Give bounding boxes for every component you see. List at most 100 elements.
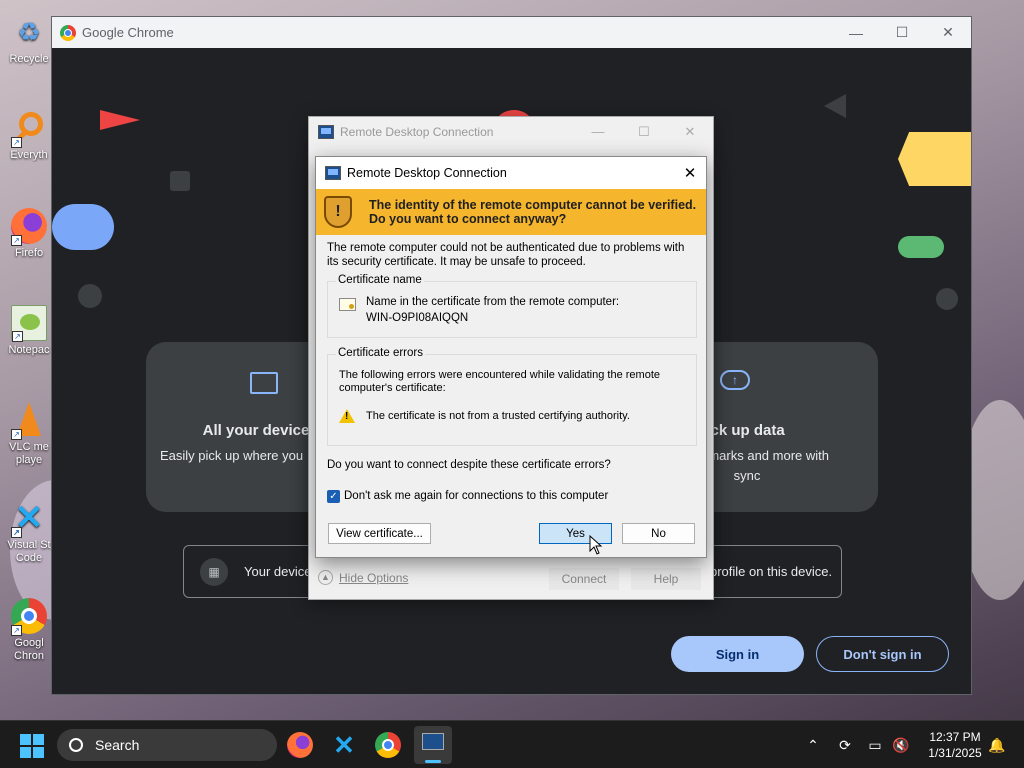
warning-banner: ! The identity of the remote computer ca… <box>316 189 706 235</box>
taskbar-vscode[interactable]: ✕ <box>328 729 360 761</box>
desktop-icon-label: VLC me playe <box>9 441 49 466</box>
chrome-icon: ↗ <box>11 598 47 636</box>
taskbar-chrome[interactable] <box>372 729 404 761</box>
desktop-icon-notepad[interactable]: ↗ Notepac <box>4 305 54 357</box>
view-certificate-button[interactable]: View certificate... <box>328 523 431 544</box>
chevron-up-icon: ▲ <box>318 570 333 585</box>
decorative-pill-green-shape <box>898 236 944 258</box>
group-label: Certificate name <box>336 274 424 286</box>
group-label: Certificate errors <box>336 347 425 359</box>
managed-text-right: profile on this device. <box>710 564 833 579</box>
decorative-hexagon-shape <box>898 132 971 186</box>
volume-muted-icon[interactable]: 🔇 <box>890 721 912 768</box>
desktop-icon-everything[interactable]: ↗ Everyth <box>4 110 54 162</box>
building-icon: ▦ <box>200 558 228 586</box>
windows-logo-icon <box>33 747 44 758</box>
dialog-title: Remote Desktop Connection <box>347 166 507 180</box>
certificate-errors-group: Certificate errors The following errors … <box>327 347 697 446</box>
cert-error-item: The certificate is not from a trusted ce… <box>366 410 630 422</box>
dont-sign-in-button[interactable]: Don't sign in <box>816 636 949 672</box>
taskbar-search[interactable]: Search <box>57 729 277 761</box>
everything-search-icon: ↗ <box>11 110 47 148</box>
certificate-icon <box>339 298 356 311</box>
no-button[interactable]: No <box>622 523 695 544</box>
taskbar-remote-desktop[interactable] <box>414 726 452 764</box>
sync-icon[interactable]: ⟳ <box>834 721 856 768</box>
decorative-square-shape <box>170 171 190 191</box>
taskbar-clock[interactable]: 12:37 PM 1/31/2025 <box>918 729 992 761</box>
desktop-icon-label: Notepac <box>8 344 50 356</box>
managed-text-left: Your device <box>244 564 312 579</box>
warning-text: The identity of the remote computer cann… <box>369 198 697 226</box>
vscode-icon: ✕ <box>333 730 355 760</box>
minimize-button[interactable]: — <box>833 17 879 48</box>
firefox-icon <box>287 732 313 758</box>
firefox-icon: ↗ <box>11 208 47 246</box>
cert-errors-description: The following errors were encountered wh… <box>339 369 661 394</box>
chrome-icon <box>60 24 76 41</box>
desktop-icon-recycle-bin[interactable]: ♻ Recycle <box>4 14 54 66</box>
dont-ask-label[interactable]: Don't ask me again for connections to th… <box>344 490 608 502</box>
warning-icon: ! <box>339 409 355 423</box>
search-icon <box>69 738 83 752</box>
vscode-icon: ✕ ↗ <box>11 500 47 538</box>
windows-logo-icon <box>20 734 31 745</box>
desktop-icon-vlc[interactable]: ↗ VLC me playe <box>4 402 54 467</box>
minimize-button[interactable]: — <box>575 124 621 140</box>
desktop-icon-chrome[interactable]: ↗ Googl Chron <box>4 598 54 663</box>
desktop-icon-label: Visual St Code <box>7 539 51 564</box>
cert-name-description: Name in the certificate from the remote … <box>366 296 620 308</box>
decorative-triangle-shape <box>824 94 846 118</box>
certificate-name-group: Certificate name Name in the certificate… <box>327 274 697 338</box>
remote-desktop-icon <box>318 125 334 139</box>
window-title: Google Chrome <box>82 25 174 40</box>
certificate-warning-dialog: Remote Desktop Connection ✕ ! The identi… <box>315 156 707 558</box>
dialog-titlebar[interactable]: Remote Desktop Connection ✕ <box>316 157 706 189</box>
shield-warning-icon: ! <box>324 196 352 228</box>
decorative-circle-shape <box>936 288 958 310</box>
taskbar: Search ✕ ⌃ ⟳ ▭ 🔇 12:37 PM 1/31/2025 🔔 <box>0 720 1024 768</box>
desktop-icon-label: Everyth <box>10 149 48 161</box>
devices-icon <box>250 372 278 394</box>
remote-desktop-icon <box>422 733 444 750</box>
help-button[interactable]: Help <box>631 568 701 590</box>
cert-name-value: WIN-O9PI08AIQQN <box>366 312 469 324</box>
close-button[interactable]: ✕ <box>667 124 713 140</box>
windows-logo-icon <box>33 734 44 745</box>
desktop-icon-label: Recycle <box>9 53 49 65</box>
decorative-pill-shape <box>52 204 114 250</box>
close-button[interactable]: ✕ <box>674 157 706 189</box>
close-button[interactable]: ✕ <box>925 17 971 48</box>
chrome-titlebar[interactable]: Google Chrome — ☐ ✕ <box>52 17 971 48</box>
connect-question: Do you want to connect despite these cer… <box>327 459 611 471</box>
desktop-icon-firefox[interactable]: ↗ Firefo <box>4 208 54 260</box>
maximize-button[interactable]: ☐ <box>879 17 925 48</box>
sign-in-button[interactable]: Sign in <box>671 636 804 672</box>
connect-button[interactable]: Connect <box>549 568 619 590</box>
notification-bell-icon[interactable]: 🔔 <box>986 721 1008 768</box>
chrome-icon <box>375 732 401 758</box>
taskbar-firefox[interactable] <box>284 729 316 761</box>
auth-message: The remote computer could not be authent… <box>327 242 685 268</box>
network-icon[interactable]: ▭ <box>864 721 886 768</box>
window-title: Remote Desktop Connection <box>340 125 494 139</box>
mouse-cursor-icon <box>589 535 603 555</box>
remote-desktop-icon <box>325 166 341 180</box>
windows-logo-icon <box>20 747 31 758</box>
notepad-plus-plus-icon: ↗ <box>11 305 47 342</box>
clock-date: 1/31/2025 <box>928 746 982 760</box>
desktop-icon-vscode[interactable]: ✕ ↗ Visual St Code <box>4 500 54 565</box>
start-button[interactable] <box>20 734 44 758</box>
cloud-upload-icon: ↑ <box>720 370 750 390</box>
vlc-icon: ↗ <box>11 402 47 440</box>
rdc-main-titlebar[interactable]: Remote Desktop Connection — ☐ ✕ <box>309 117 713 147</box>
decorative-circle-shape <box>78 284 102 308</box>
rdc-main-footer: ▲ Hide Options Connect Help <box>309 561 713 599</box>
show-hidden-icons-button[interactable]: ⌃ <box>802 721 824 768</box>
clock-time: 12:37 PM <box>929 730 981 744</box>
dont-ask-checkbox[interactable]: ✓ <box>327 490 340 503</box>
recycle-bin-icon: ♻ <box>17 17 41 47</box>
hide-options-button[interactable]: ▲ Hide Options <box>318 570 408 585</box>
maximize-button[interactable]: ☐ <box>621 124 667 140</box>
hide-options-label: Hide Options <box>339 570 409 585</box>
